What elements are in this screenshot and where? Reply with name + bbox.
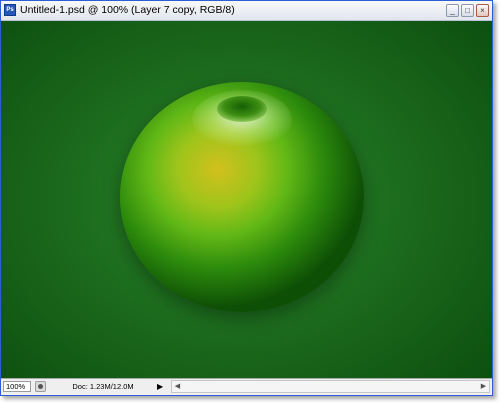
apple-artwork [120, 82, 364, 312]
zoom-level-field[interactable]: 100% [3, 381, 31, 392]
document-canvas[interactable] [1, 21, 492, 378]
close-icon[interactable]: × [476, 4, 489, 17]
title-bar[interactable]: Ps Untitled-1.psd @ 100% (Layer 7 copy, … [1, 1, 492, 21]
status-menu-arrow-icon[interactable]: ▶ [157, 382, 165, 391]
maximize-icon[interactable]: □ [461, 4, 474, 17]
horizontal-scrollbar[interactable]: ◀ ▶ [171, 380, 490, 393]
window-controls: _ □ × [446, 4, 489, 17]
document-window: Ps Untitled-1.psd @ 100% (Layer 7 copy, … [0, 0, 493, 396]
document-size-info: Doc: 1.23M/12.0M [72, 382, 134, 391]
apple-stem-cavity [217, 96, 267, 122]
photoshop-app-icon[interactable]: Ps [4, 4, 16, 16]
status-bar: 100% Doc: 1.23M/12.0M ▶ ◀ ▶ [1, 378, 492, 395]
scroll-right-icon[interactable]: ▶ [478, 381, 489, 392]
minimize-icon[interactable]: _ [446, 4, 459, 17]
navigator-icon[interactable] [35, 381, 46, 392]
scroll-left-icon[interactable]: ◀ [172, 381, 183, 392]
window-title: Untitled-1.psd @ 100% (Layer 7 copy, RGB… [20, 4, 235, 16]
